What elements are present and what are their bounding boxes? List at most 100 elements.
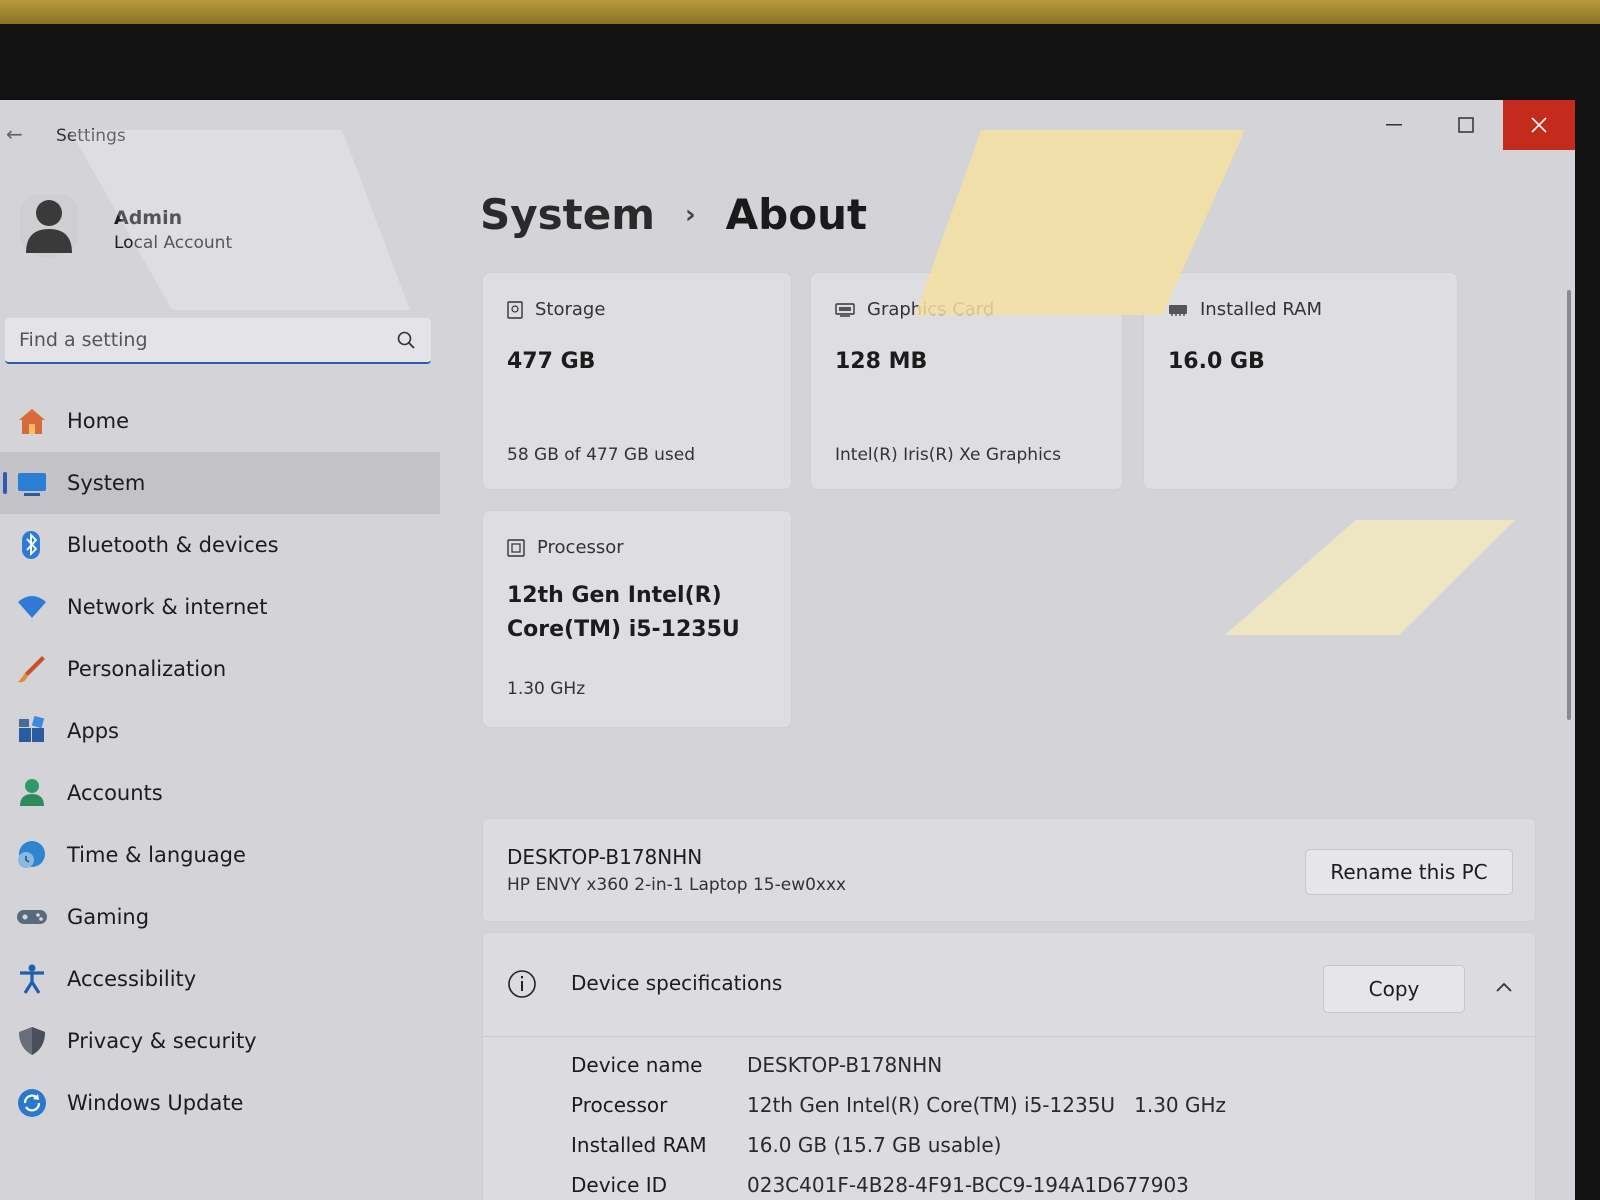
monitor-bezel bbox=[0, 0, 1600, 24]
back-button[interactable]: ← bbox=[6, 122, 23, 146]
app-title: Settings bbox=[56, 126, 126, 146]
close-button[interactable] bbox=[1503, 100, 1575, 150]
sidebar-item-label: Time & language bbox=[67, 843, 246, 867]
graphics-card[interactable]: Graphics Card 128 MB Intel(R) Iris(R) Xe… bbox=[810, 272, 1123, 490]
maximize-button[interactable] bbox=[1430, 100, 1502, 150]
storage-label: Storage bbox=[535, 299, 606, 320]
copy-button[interactable]: Copy bbox=[1323, 965, 1465, 1013]
sidebar-item-label: Privacy & security bbox=[67, 1029, 257, 1053]
update-icon bbox=[18, 1089, 46, 1117]
close-icon bbox=[1531, 117, 1547, 133]
bluetooth-icon bbox=[22, 531, 40, 559]
minimize-button[interactable] bbox=[1358, 100, 1430, 150]
sidebar-nav: Home System Bluetooth & devices Network … bbox=[0, 390, 440, 1134]
sidebar-item-label: Apps bbox=[67, 719, 119, 743]
accessibility-icon bbox=[20, 964, 44, 994]
sidebar-item-privacy[interactable]: Privacy & security bbox=[0, 1010, 440, 1072]
processor-value-line1: 12th Gen Intel(R) bbox=[507, 583, 722, 608]
pc-model: HP ENVY x360 2-in-1 Laptop 15-ew0xxx bbox=[507, 875, 847, 895]
spec-label: Installed RAM bbox=[571, 1133, 707, 1157]
sidebar-item-label: Personalization bbox=[67, 657, 227, 681]
processor-label: Processor bbox=[537, 537, 624, 558]
ram-label: Installed RAM bbox=[1200, 299, 1323, 320]
spec-label: Device name bbox=[571, 1053, 703, 1077]
ram-value: 16.0 GB bbox=[1168, 349, 1265, 374]
ram-icon bbox=[1169, 304, 1187, 316]
spec-value: 12th Gen Intel(R) Core(TM) i5-1235U 1.30… bbox=[747, 1093, 1227, 1117]
search-input[interactable]: Find a setting bbox=[19, 329, 148, 351]
globe-clock-icon bbox=[18, 841, 45, 868]
search-box[interactable]: Find a setting bbox=[5, 318, 431, 364]
sidebar-item-label: Network & internet bbox=[67, 595, 268, 619]
sidebar-item-bluetooth[interactable]: Bluetooth & devices bbox=[0, 514, 440, 576]
ram-card[interactable]: Installed RAM 16.0 GB bbox=[1143, 272, 1458, 490]
breadcrumb-parent[interactable]: System bbox=[480, 190, 655, 239]
spec-row: Device name DESKTOP-B178NHN bbox=[571, 1053, 942, 1077]
spec-value: DESKTOP-B178NHN bbox=[747, 1053, 943, 1077]
spec-value: 023C401F-4B28-4F91-BCC9-194A1D677903 bbox=[747, 1173, 1189, 1197]
home-icon bbox=[19, 409, 45, 434]
device-specs-panel: Device specifications Copy Device name D… bbox=[482, 932, 1536, 1200]
sidebar-item-personalization[interactable]: Personalization bbox=[0, 638, 440, 700]
sidebar-item-label: Windows Update bbox=[67, 1091, 244, 1115]
sidebar-item-label: Bluetooth & devices bbox=[67, 533, 279, 557]
storage-icon bbox=[507, 300, 523, 319]
avatar bbox=[20, 195, 78, 258]
profile-account-type: Local Account bbox=[114, 233, 233, 253]
sidebar-item-label: Home bbox=[67, 409, 130, 433]
title-bar: ← Settings bbox=[0, 100, 1575, 152]
graphics-card-model: Intel(R) Iris(R) Xe Graphics bbox=[835, 445, 1061, 465]
device-specs-title: Device specifications bbox=[571, 971, 783, 995]
sidebar-item-home[interactable]: Home bbox=[0, 390, 440, 452]
spec-label: Device ID bbox=[571, 1173, 668, 1197]
spec-row: Device ID 023C401F-4B28-4F91-BCC9-194A1D… bbox=[571, 1173, 1189, 1197]
spec-row: Processor 12th Gen Intel(R) Core(TM) i5-… bbox=[571, 1093, 1226, 1117]
sidebar-item-apps[interactable]: Apps bbox=[0, 700, 440, 762]
pc-name: DESKTOP-B178NHN bbox=[507, 845, 703, 869]
search-icon bbox=[397, 331, 415, 349]
sidebar-item-network[interactable]: Network & internet bbox=[0, 576, 440, 638]
chevron-up-icon[interactable] bbox=[1495, 981, 1513, 993]
graphics-card-value: 128 MB bbox=[835, 349, 928, 374]
scrollbar[interactable] bbox=[1567, 290, 1571, 720]
sidebar-item-accessibility[interactable]: Accessibility bbox=[0, 948, 440, 1010]
storage-card[interactable]: Storage 477 GB 58 GB of 477 GB used bbox=[482, 272, 792, 490]
user-profile[interactable]: Admin Local Account bbox=[20, 195, 420, 275]
processor-speed: 1.30 GHz bbox=[507, 679, 586, 699]
maximize-icon bbox=[1458, 117, 1474, 133]
storage-usage: 58 GB of 477 GB used bbox=[507, 445, 696, 465]
gamepad-icon bbox=[17, 910, 47, 924]
brush-icon bbox=[18, 656, 45, 683]
device-specs-header[interactable]: Device specifications Copy bbox=[483, 933, 1535, 1037]
sidebar-item-gaming[interactable]: Gaming bbox=[0, 886, 440, 948]
storage-value: 477 GB bbox=[507, 349, 596, 374]
wifi-icon bbox=[18, 596, 46, 618]
rename-pc-button[interactable]: Rename this PC bbox=[1305, 849, 1513, 895]
screen-glare bbox=[1225, 520, 1515, 635]
profile-name: Admin bbox=[114, 207, 183, 229]
spec-value: 16.0 GB (15.7 GB usable) bbox=[747, 1133, 1002, 1157]
sidebar-item-time-language[interactable]: Time & language bbox=[0, 824, 440, 886]
chevron-right-icon: › bbox=[684, 199, 696, 230]
pc-name-panel: DESKTOP-B178NHN HP ENVY x360 2-in-1 Lapt… bbox=[482, 818, 1536, 922]
settings-window: ← Settings Admin Local Account Find a se… bbox=[0, 100, 1575, 1200]
sidebar-item-windows-update[interactable]: Windows Update bbox=[0, 1072, 440, 1134]
system-icon bbox=[18, 473, 46, 496]
breadcrumb: System › About bbox=[480, 190, 867, 239]
graphics-card-label: Graphics Card bbox=[867, 299, 995, 320]
sidebar-item-accounts[interactable]: Accounts bbox=[0, 762, 440, 824]
page-title: About bbox=[725, 190, 868, 239]
sidebar-item-label: System bbox=[67, 471, 146, 495]
shield-icon bbox=[19, 1027, 45, 1055]
processor-icon bbox=[507, 538, 525, 557]
sidebar-item-system[interactable]: System bbox=[0, 452, 440, 514]
sidebar-item-label: Gaming bbox=[67, 905, 150, 929]
processor-card[interactable]: Processor 12th Gen Intel(R) Core(TM) i5-… bbox=[482, 510, 792, 728]
sidebar-item-label: Accessibility bbox=[67, 967, 197, 991]
apps-icon bbox=[19, 716, 45, 742]
person-icon bbox=[20, 779, 44, 806]
minimize-icon bbox=[1386, 124, 1402, 126]
graphics-card-icon bbox=[835, 302, 855, 317]
info-icon bbox=[508, 970, 536, 998]
sidebar-item-label: Accounts bbox=[67, 781, 163, 805]
